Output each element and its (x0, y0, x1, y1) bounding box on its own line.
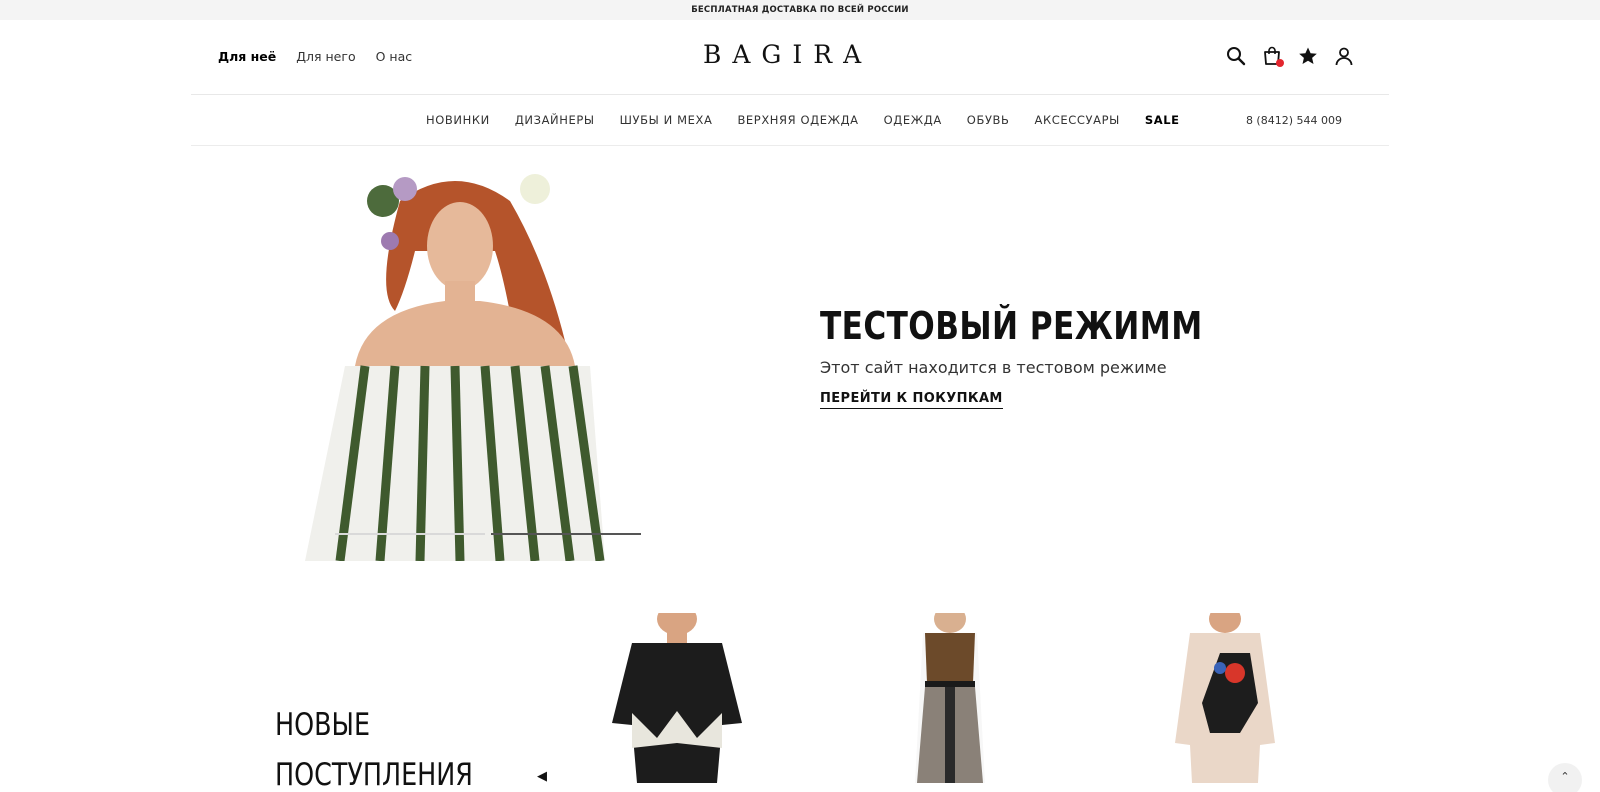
carousel-prev-icon[interactable]: ◀ (537, 769, 547, 784)
cart-indicator-dot (1276, 59, 1284, 67)
product-card-fur-vest[interactable] (865, 613, 1035, 783)
product-card-tiger-sweater[interactable] (1140, 613, 1310, 783)
cat-accessories[interactable]: АКСЕССУАРЫ (1035, 113, 1120, 127)
category-nav: НОВИНКИ ДИЗАЙНЕРЫ ШУБЫ И МЕХА ВЕРХНЯЯ ОД… (191, 96, 1389, 146)
new-arrivals-title-line1: НОВЫЕ (275, 707, 371, 743)
hero-image (305, 171, 605, 561)
shipping-banner: БЕСПЛАТНАЯ ДОСТАВКА ПО ВСЕЙ РОССИИ (0, 0, 1600, 20)
category-links: НОВИНКИ ДИЗАЙНЕРЫ ШУБЫ И МЕХА ВЕРХНЯЯ ОД… (426, 113, 1180, 127)
new-arrivals-title-line2: ПОСТУПЛЕНИЯ (275, 757, 473, 792)
site-logo[interactable]: BAGIRA (703, 40, 872, 69)
hero-text: ТЕСТОВЫЙ РЕЖИММ Этот сайт находится в те… (820, 304, 1287, 409)
site-header: Для неё Для него О нас BAGIRA (191, 20, 1389, 95)
nav-about[interactable]: О нас (376, 49, 413, 64)
slider-dot-active[interactable] (491, 533, 641, 535)
cat-furs[interactable]: ШУБЫ И МЕХА (620, 113, 713, 127)
slider-dot[interactable] (335, 533, 485, 535)
cat-designers[interactable]: ДИЗАЙНЕРЫ (515, 113, 595, 127)
hero-subtitle: Этот сайт находится в тестовом режиме (820, 358, 1167, 377)
cat-clothing[interactable]: ОДЕЖДА (884, 113, 942, 127)
product-card-black-dress[interactable] (592, 613, 762, 783)
phone-number[interactable]: 8 (8412) 544 009 (1246, 114, 1342, 127)
shipping-banner-text: БЕСПЛАТНАЯ ДОСТАВКА ПО ВСЕЙ РОССИИ (691, 5, 909, 15)
nav-for-her[interactable]: Для неё (218, 49, 276, 64)
cat-shoes[interactable]: ОБУВЬ (967, 113, 1010, 127)
shop-now-link[interactable]: ПЕРЕЙТИ К ПОКУПКАМ (820, 391, 1003, 409)
cat-outerwear[interactable]: ВЕРХНЯЯ ОДЕЖДА (737, 113, 858, 127)
star-icon[interactable] (1298, 46, 1318, 66)
new-arrivals-title: НОВЫЕ ПОСТУПЛЕНИЯ (275, 700, 473, 792)
user-icon[interactable] (1334, 46, 1354, 66)
nav-for-him[interactable]: Для него (296, 49, 355, 64)
cart-icon[interactable] (1262, 46, 1284, 67)
hero-title: ТЕСТОВЫЙ РЕЖИММ (820, 304, 1203, 348)
hero-slider-indicator (335, 533, 641, 535)
cat-sale[interactable]: SALE (1145, 113, 1180, 127)
scroll-top-button[interactable]: ⌃ (1548, 763, 1582, 792)
header-icons (1226, 46, 1354, 67)
cat-new[interactable]: НОВИНКИ (426, 113, 490, 127)
search-icon[interactable] (1226, 46, 1246, 66)
chevron-up-icon: ⌃ (1560, 770, 1570, 783)
gender-nav: Для неё Для него О нас (218, 49, 412, 64)
